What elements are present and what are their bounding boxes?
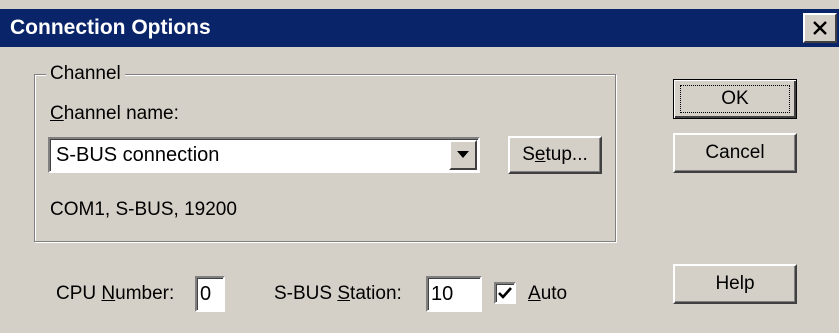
- checkmark-icon: [498, 287, 512, 299]
- close-icon: [813, 21, 827, 35]
- window-title: Connection Options: [10, 16, 211, 39]
- channel-name-combobox[interactable]: S-BUS connection: [48, 137, 480, 173]
- chevron-down-icon: [457, 151, 469, 158]
- channel-name-label: Channel name:: [50, 103, 179, 125]
- title-bar[interactable]: Connection Options: [0, 9, 839, 47]
- channel-name-mnemonic: C: [50, 103, 64, 124]
- connection-options-dialog: Connection Options Channel Channel name:…: [0, 0, 839, 333]
- channel-name-value: S-BUS connection: [56, 144, 220, 166]
- channel-details: COM1, S-BUS, 19200: [50, 199, 237, 220]
- channel-name-label-text: hannel name:: [63, 103, 179, 124]
- focus-rect: [680, 85, 790, 113]
- sbus-station-input[interactable]: 10: [426, 276, 482, 312]
- auto-checkbox[interactable]: [494, 282, 516, 304]
- cpu-number-input[interactable]: 0: [195, 276, 225, 312]
- help-button-label: Help: [715, 273, 755, 294]
- setup-button[interactable]: Setup...: [508, 136, 602, 174]
- ok-button[interactable]: OK: [673, 79, 797, 119]
- dropdown-button[interactable]: [449, 140, 477, 170]
- help-button[interactable]: Help: [673, 264, 797, 304]
- channel-group-label: Channel: [46, 63, 125, 85]
- close-button[interactable]: [803, 13, 837, 43]
- cancel-button[interactable]: Cancel: [673, 133, 797, 173]
- sbus-station-label: S-BUS Station:: [274, 283, 402, 304]
- cancel-button-label: Cancel: [705, 142, 765, 163]
- dialog-body: Channel Channel name: S-BUS connection S…: [0, 47, 839, 333]
- auto-label[interactable]: Auto: [528, 283, 567, 305]
- setup-button-label: Setup...: [522, 144, 588, 165]
- cpu-number-label: CPU Number:: [56, 283, 175, 304]
